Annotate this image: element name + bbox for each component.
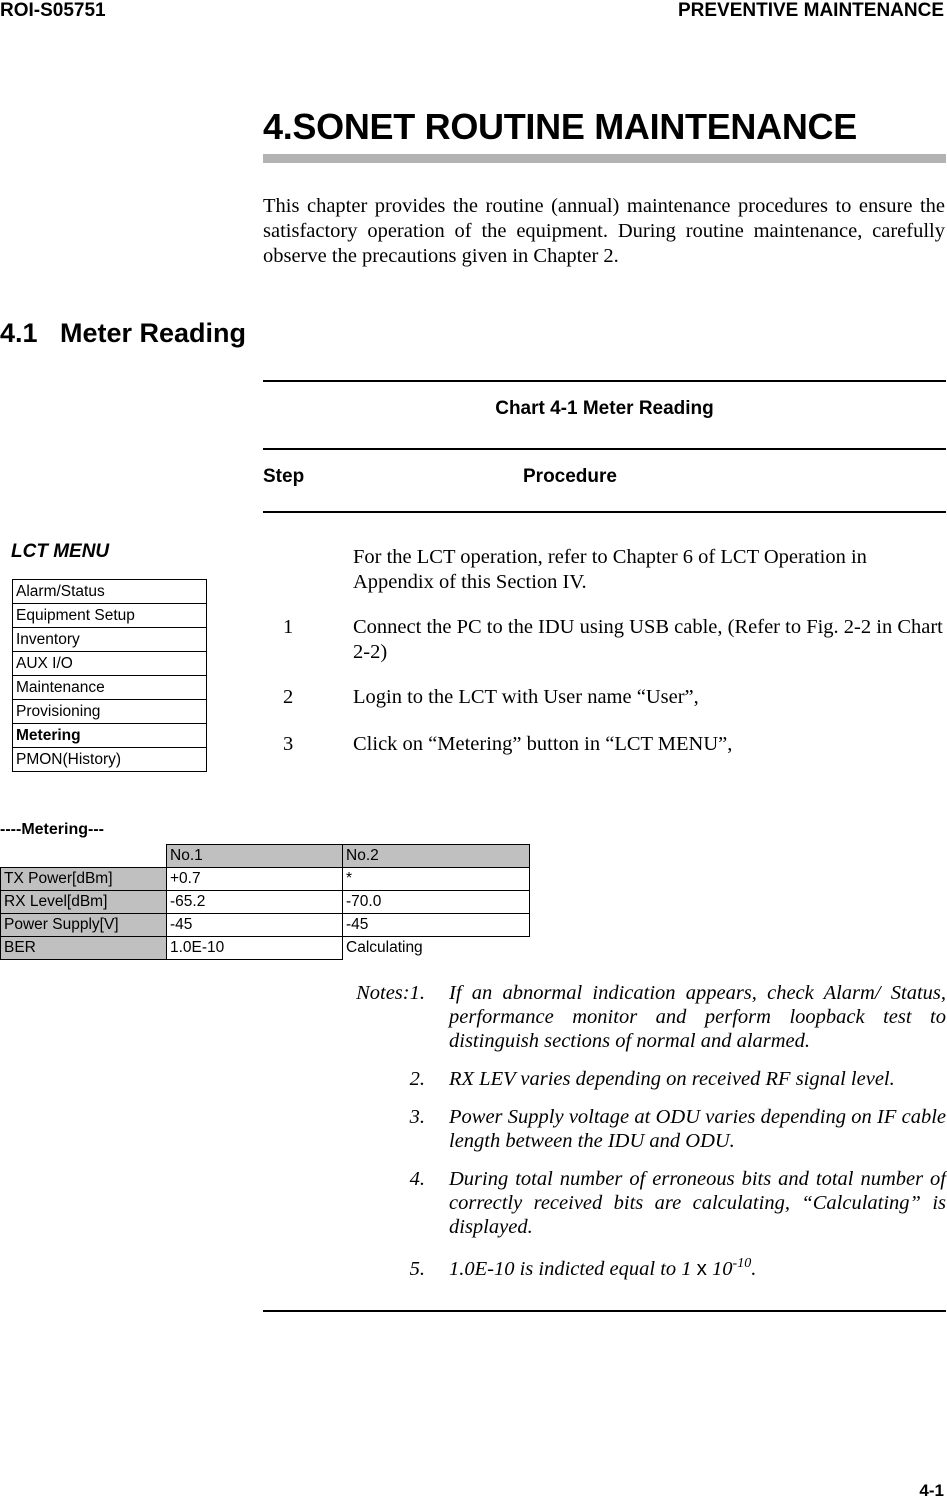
table-row: Power Supply[V] -45 -45 [0, 913, 530, 937]
exponent-base: 10 [706, 1258, 733, 1280]
step-number: 2 [283, 686, 294, 708]
cell-no2: -70.0 [342, 890, 530, 914]
chart-bottom-rule [263, 1310, 946, 1312]
table-row: BER 1.0E-10 Calculating [0, 936, 530, 960]
note-text: RX LEV varies depending on received RF s… [449, 1068, 895, 1090]
note-number: 2. [409, 1068, 425, 1090]
step-number: 3 [283, 733, 294, 755]
lct-menu-item-alarm-status[interactable]: Alarm/Status [13, 580, 206, 603]
header-cell-no2: No.2 [342, 844, 530, 868]
running-header-section: PREVENTIVE MAINTENANCE [677, 0, 944, 21]
cell-no1: -65.2 [166, 890, 343, 914]
title-underline-bar [263, 154, 946, 163]
cell-no1: -45 [166, 913, 343, 937]
step-text: Connect the PC to the IDU using USB cabl… [353, 616, 943, 663]
step-text: For the LCT operation, refer to Chapter … [353, 546, 867, 593]
note-item: 2. RX LEV varies depending on received R… [340, 1067, 946, 1091]
note-number: 1. [409, 982, 425, 1004]
lct-menu-title: LCT MENU [11, 541, 110, 562]
note-text-post: . [751, 1258, 757, 1280]
lct-menu-item-provisioning[interactable]: Provisioning [13, 699, 206, 723]
note-text: Power Supply voltage at ODU varies depen… [449, 1106, 946, 1152]
step-number: 1 [283, 616, 294, 638]
column-header-step: Step [263, 466, 305, 487]
lct-menu-item-inventory[interactable]: Inventory [13, 627, 206, 651]
note-item: 5. 1.0E-10 is indicted equal to 1 x 10-1… [340, 1257, 946, 1281]
page-number: 4-1 [919, 1481, 944, 1500]
step-text: Click on “Metering” button in “LCT MENU”… [353, 733, 733, 755]
row-label: BER [0, 936, 167, 960]
note-lead: Notes:1. [356, 981, 425, 1005]
chart-title: Chart 4-1 Meter Reading [495, 398, 714, 419]
table-row: RX Level[dBm] -65.2 -70.0 [0, 890, 530, 914]
lct-menu: Alarm/Status Equipment Setup Inventory A… [12, 579, 207, 772]
note-number: 5. [409, 1258, 425, 1280]
cell-no2: -45 [342, 913, 530, 937]
step-text: Login to the LCT with User name “User”, [353, 686, 699, 708]
lct-menu-item-metering[interactable]: Metering [13, 723, 206, 747]
exponent: -10 [732, 1256, 752, 1272]
table-header-row: No.1 No.2 [1, 844, 530, 868]
metering-table: No.1 No.2 TX Power[dBm] +0.7 * RX Level[… [0, 844, 530, 960]
note-item: 3. Power Supply voltage at ODU varies de… [340, 1105, 946, 1153]
note-number: 3. [409, 1106, 425, 1128]
lct-menu-item-aux-io[interactable]: AUX I/O [13, 651, 206, 675]
cell-no2: * [342, 867, 530, 891]
notes-label: Notes: [356, 982, 410, 1004]
note-text-pre: 1.0E-10 is indicted equal to 1 [449, 1258, 697, 1280]
row-label: RX Level[dBm] [0, 890, 167, 914]
chapter-title: 4.SONET ROUTINE MAINTENANCE [263, 106, 857, 147]
section-heading: 4.1 Meter Reading [0, 318, 246, 349]
cell-no1: 1.0E-10 [166, 936, 343, 960]
lct-menu-item-pmon-history[interactable]: PMON(History) [13, 747, 206, 771]
metering-title: ----Metering--- [0, 821, 104, 838]
table-row: TX Power[dBm] +0.7 * [0, 867, 530, 891]
chart-body-rule [263, 511, 946, 513]
cell-no1: +0.7 [166, 867, 343, 891]
document-id: ROI-S05751 [0, 0, 106, 21]
notes: Notes:1. If an abnormal indication appea… [340, 981, 946, 1295]
chapter-intro: This chapter provides the routine (annua… [263, 195, 945, 267]
column-header-procedure: Procedure [523, 466, 617, 487]
lct-menu-item-equipment-setup[interactable]: Equipment Setup [13, 603, 206, 627]
section-number: 4.1 [0, 318, 38, 348]
chart-header-rule [263, 448, 946, 450]
chart-top-rule [263, 380, 946, 382]
note-item: 4. During total number of erroneous bits… [340, 1167, 946, 1239]
note-text: 1.0E-10 is indicted equal to 1 x 10-10. [449, 1257, 946, 1281]
header-cell-no1: No.1 [166, 844, 343, 868]
note-number: 4. [409, 1168, 425, 1190]
times-sign: x [696, 1257, 707, 1280]
note-text: During total number of erroneous bits an… [449, 1168, 946, 1238]
note-text: If an abnormal indication appears, check… [449, 982, 946, 1052]
note-item: Notes:1. If an abnormal indication appea… [340, 981, 946, 1053]
cell-no2: Calculating [346, 939, 423, 957]
lct-menu-item-maintenance[interactable]: Maintenance [13, 675, 206, 699]
row-label: TX Power[dBm] [0, 867, 167, 891]
section-title: Meter Reading [60, 318, 247, 348]
row-label: Power Supply[V] [0, 913, 167, 937]
header-cell-empty [1, 845, 167, 868]
